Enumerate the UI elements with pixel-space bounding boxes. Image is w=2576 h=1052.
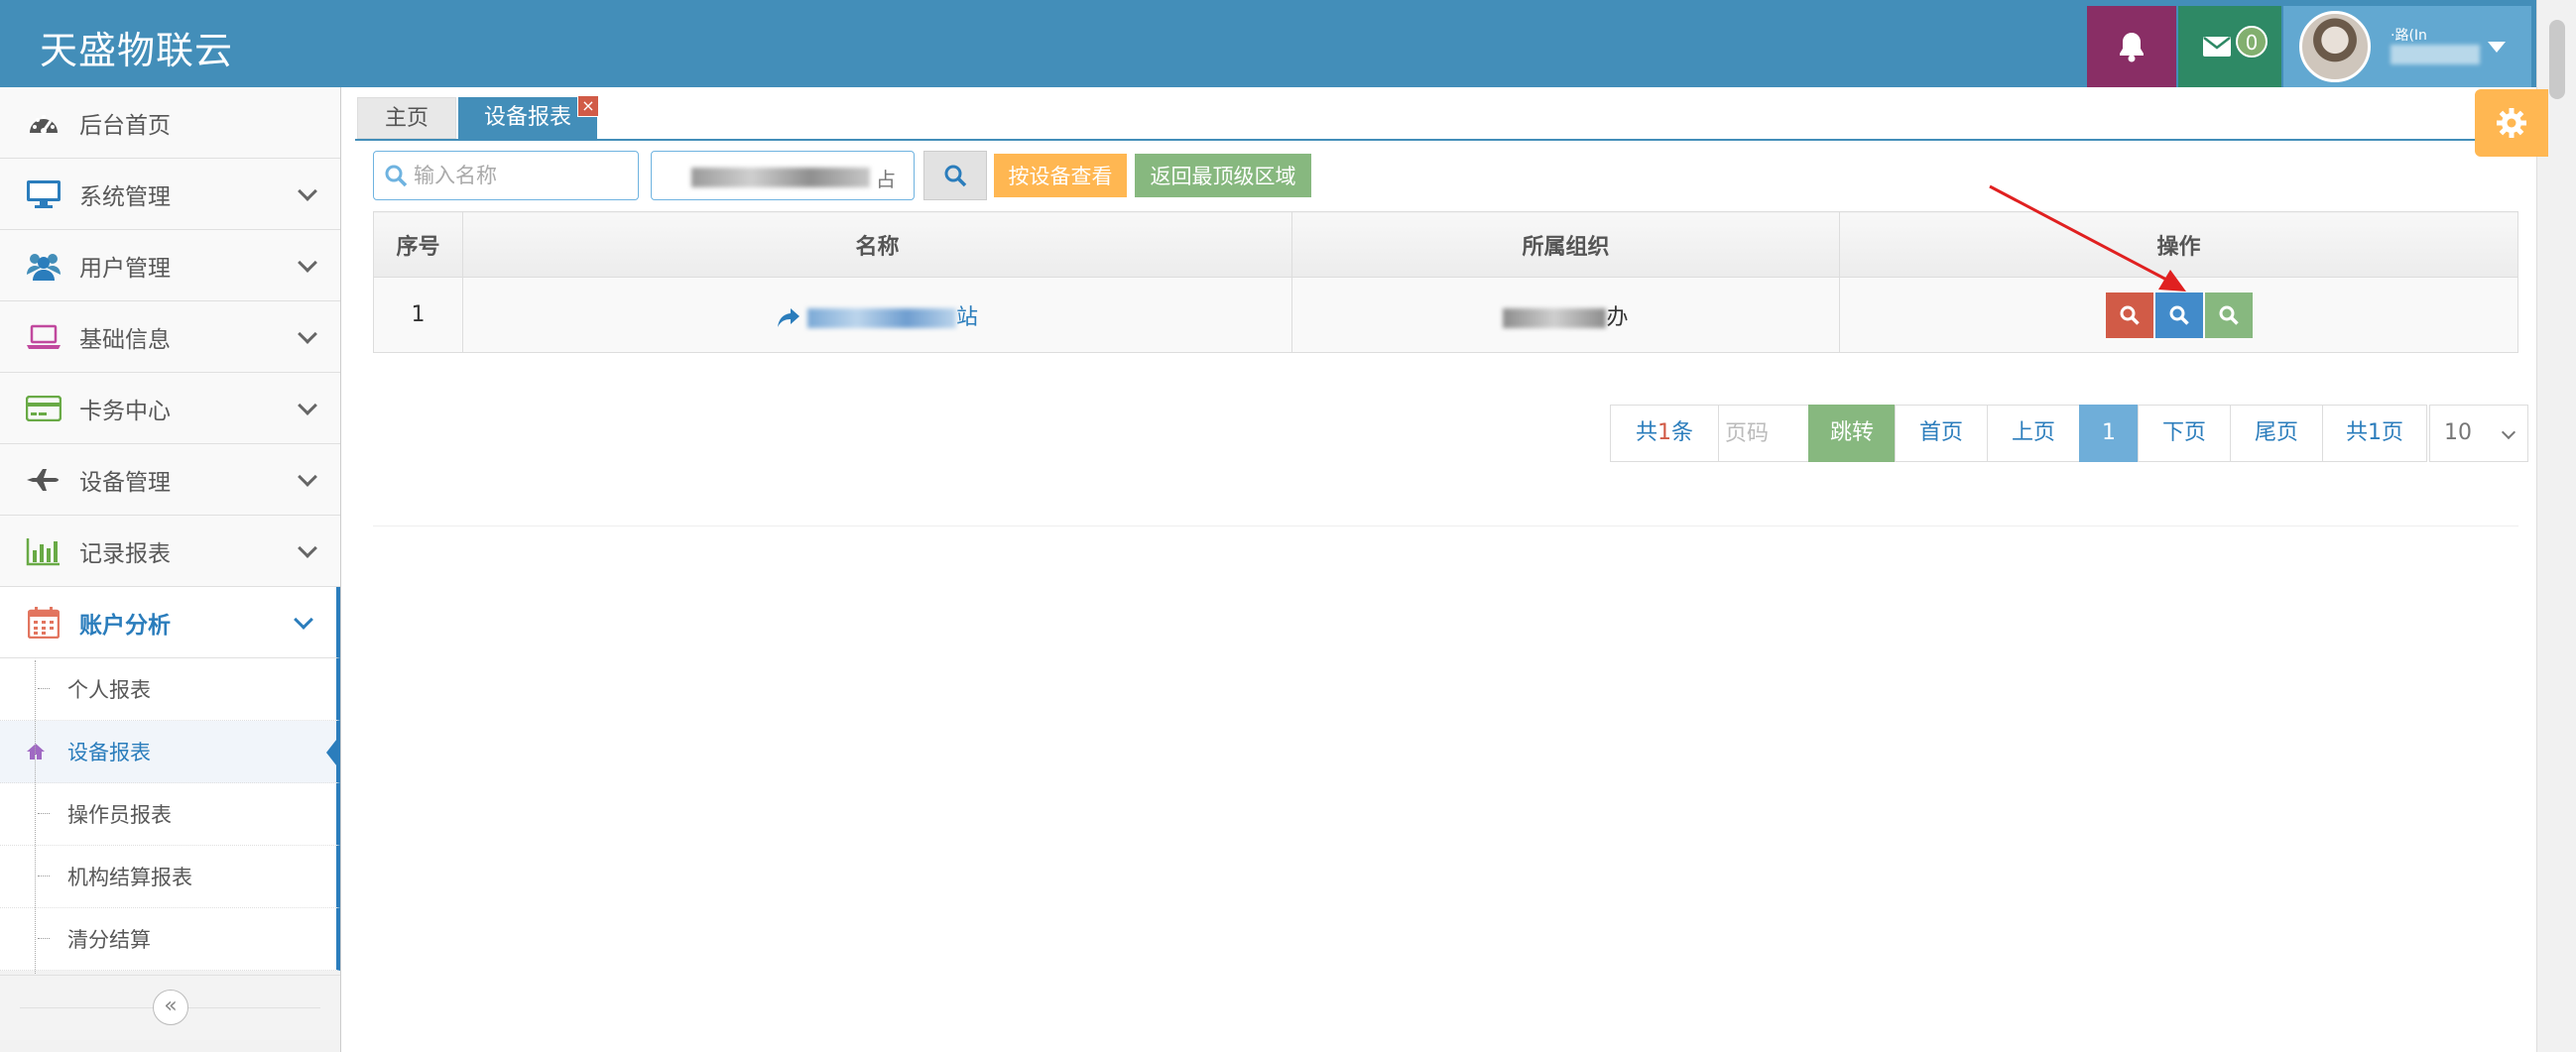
sidebar-subitem-label: 清分结算 xyxy=(67,928,151,952)
search-button[interactable] xyxy=(923,151,987,200)
redacted-organization xyxy=(691,168,870,187)
sidebar-subitem-personal-report[interactable]: 个人报表 xyxy=(0,658,340,721)
sidebar-item-device-management[interactable]: 设备管理 xyxy=(0,444,340,516)
search-icon xyxy=(944,165,967,187)
plane-icon xyxy=(22,463,65,497)
avatar[interactable] xyxy=(2299,11,2371,82)
calendar-icon xyxy=(22,606,65,640)
row-name-cell[interactable]: 站 xyxy=(462,277,1292,353)
bell-icon xyxy=(2120,33,2144,62)
redacted-device-name xyxy=(806,307,956,328)
envelope-icon xyxy=(2203,37,2231,57)
active-indicator xyxy=(326,735,340,770)
view-by-device-button[interactable]: 按设备查看 xyxy=(993,153,1128,198)
users-icon xyxy=(22,249,65,283)
bar-chart-icon xyxy=(22,534,65,568)
row-index: 1 xyxy=(373,277,463,353)
top-header: 天盛物联云 0 ·路(In xyxy=(0,0,2576,87)
sidebar-subitem-label: 操作员报表 xyxy=(67,803,172,827)
page-number-input[interactable] xyxy=(1718,405,1809,462)
window-scrollbar[interactable] xyxy=(2536,0,2576,1052)
page-size-select[interactable]: 10 xyxy=(2429,405,2528,462)
tab-bar: 主页 设备报表 × xyxy=(355,95,2508,141)
prev-page-button[interactable]: 上页 xyxy=(1987,405,2080,462)
column-header-index[interactable]: 序号 xyxy=(373,211,463,278)
home-icon xyxy=(27,744,45,760)
search-input[interactable] xyxy=(414,160,632,191)
sidebar-subitem-label: 设备报表 xyxy=(67,741,151,764)
sidebar-subitem-operator-report[interactable]: 操作员报表 xyxy=(0,783,340,846)
first-page-button[interactable]: 首页 xyxy=(1895,405,1988,462)
tab-home[interactable]: 主页 xyxy=(357,97,456,139)
total-pages: 共1页 xyxy=(2322,405,2427,462)
double-angle-left-icon[interactable]: « xyxy=(153,990,188,1025)
chevron-down-icon xyxy=(298,253,317,273)
sidebar-subitem-label: 个人报表 xyxy=(67,678,151,702)
back-to-top-region-button[interactable]: 返回最顶级区域 xyxy=(1134,153,1312,198)
next-page-button[interactable]: 下页 xyxy=(2138,405,2231,462)
row-organization-cell: 办 xyxy=(1291,277,1840,353)
sidebar-item-label: 卡务中心 xyxy=(79,398,171,424)
chevron-down-icon xyxy=(298,396,317,415)
brand-title[interactable]: 天盛物联云 xyxy=(40,20,233,74)
user-name: ·路(In xyxy=(2391,28,2480,65)
tab-device-report[interactable]: 设备报表 xyxy=(458,97,597,139)
organization-select[interactable]: 占 xyxy=(651,151,915,200)
sidebar-subitem-clearing-settlement[interactable]: 清分结算 xyxy=(0,908,340,971)
chevron-down-icon xyxy=(298,181,317,201)
sidebar-item-label: 系统管理 xyxy=(79,183,171,210)
notifications-button[interactable] xyxy=(2087,6,2176,87)
redacted-organization xyxy=(1503,307,1607,328)
column-header-organization[interactable]: 所属组织 xyxy=(1291,211,1840,278)
gear-icon xyxy=(2497,108,2526,138)
laptop-icon xyxy=(22,320,65,354)
sidebar-item-dashboard[interactable]: 后台首页 xyxy=(0,87,340,159)
sidebar-item-label: 用户管理 xyxy=(79,255,171,282)
chevron-down-icon xyxy=(298,467,317,487)
chevron-down-icon xyxy=(298,538,317,558)
search-icon xyxy=(385,165,408,187)
sidebar-item-basic-info[interactable]: 基础信息 xyxy=(0,301,340,373)
chevron-down-icon xyxy=(2501,424,2516,440)
column-header-name[interactable]: 名称 xyxy=(462,211,1292,278)
total-records: 共1条 xyxy=(1610,405,1719,462)
annotation-arrow xyxy=(1989,184,2186,292)
chevron-down-icon xyxy=(298,324,317,344)
sidebar-collapse-bar: « xyxy=(0,975,340,1040)
sidebar-item-label: 基础信息 xyxy=(79,326,171,353)
search-icon xyxy=(2219,305,2239,325)
search-box xyxy=(373,151,639,200)
dashboard-icon xyxy=(22,106,65,140)
sidebar-item-users[interactable]: 用户管理 xyxy=(0,230,340,301)
sidebar-subitem-org-settlement-report[interactable]: 机构结算报表 xyxy=(0,846,340,908)
sidebar-subitem-label: 机构结算报表 xyxy=(67,866,192,889)
sidebar: 后台首页 系统管理 用户管理 基础信息 卡务中心 设备管理 记录报表 账户分析 … xyxy=(0,87,341,1052)
sidebar-item-label: 账户分析 xyxy=(79,612,171,639)
user-menu-button[interactable]: ·路(In xyxy=(2283,6,2531,87)
close-icon[interactable]: × xyxy=(577,95,599,117)
desktop-icon xyxy=(22,177,65,211)
settings-button[interactable] xyxy=(2475,89,2548,157)
credit-card-icon xyxy=(22,392,65,425)
message-count-badge: 0 xyxy=(2236,26,2268,58)
last-page-button[interactable]: 尾页 xyxy=(2230,405,2323,462)
sidebar-subitem-device-report[interactable]: 设备报表 xyxy=(0,721,340,783)
sidebar-item-label: 后台首页 xyxy=(79,112,171,139)
sidebar-item-account-analysis[interactable]: 账户分析 xyxy=(0,587,340,658)
pagination: 共1条 跳转 首页 上页 1 下页 尾页 共1页 10 xyxy=(1610,405,2528,462)
caret-down-icon xyxy=(2488,42,2506,53)
sidebar-item-card-center[interactable]: 卡务中心 xyxy=(0,373,340,444)
jump-button[interactable]: 跳转 xyxy=(1808,405,1896,462)
sidebar-item-label: 设备管理 xyxy=(79,469,171,496)
current-page-button[interactable]: 1 xyxy=(2079,405,2139,462)
chevron-down-icon xyxy=(294,610,313,630)
messages-button[interactable]: 0 xyxy=(2178,6,2281,87)
sidebar-item-records-reports[interactable]: 记录报表 xyxy=(0,516,340,587)
device-name-link[interactable]: 站 xyxy=(956,305,978,330)
tree-line xyxy=(35,660,36,978)
sidebar-item-system[interactable]: 系统管理 xyxy=(0,159,340,230)
sidebar-item-label: 记录报表 xyxy=(79,540,171,567)
share-arrow-icon xyxy=(777,307,799,327)
